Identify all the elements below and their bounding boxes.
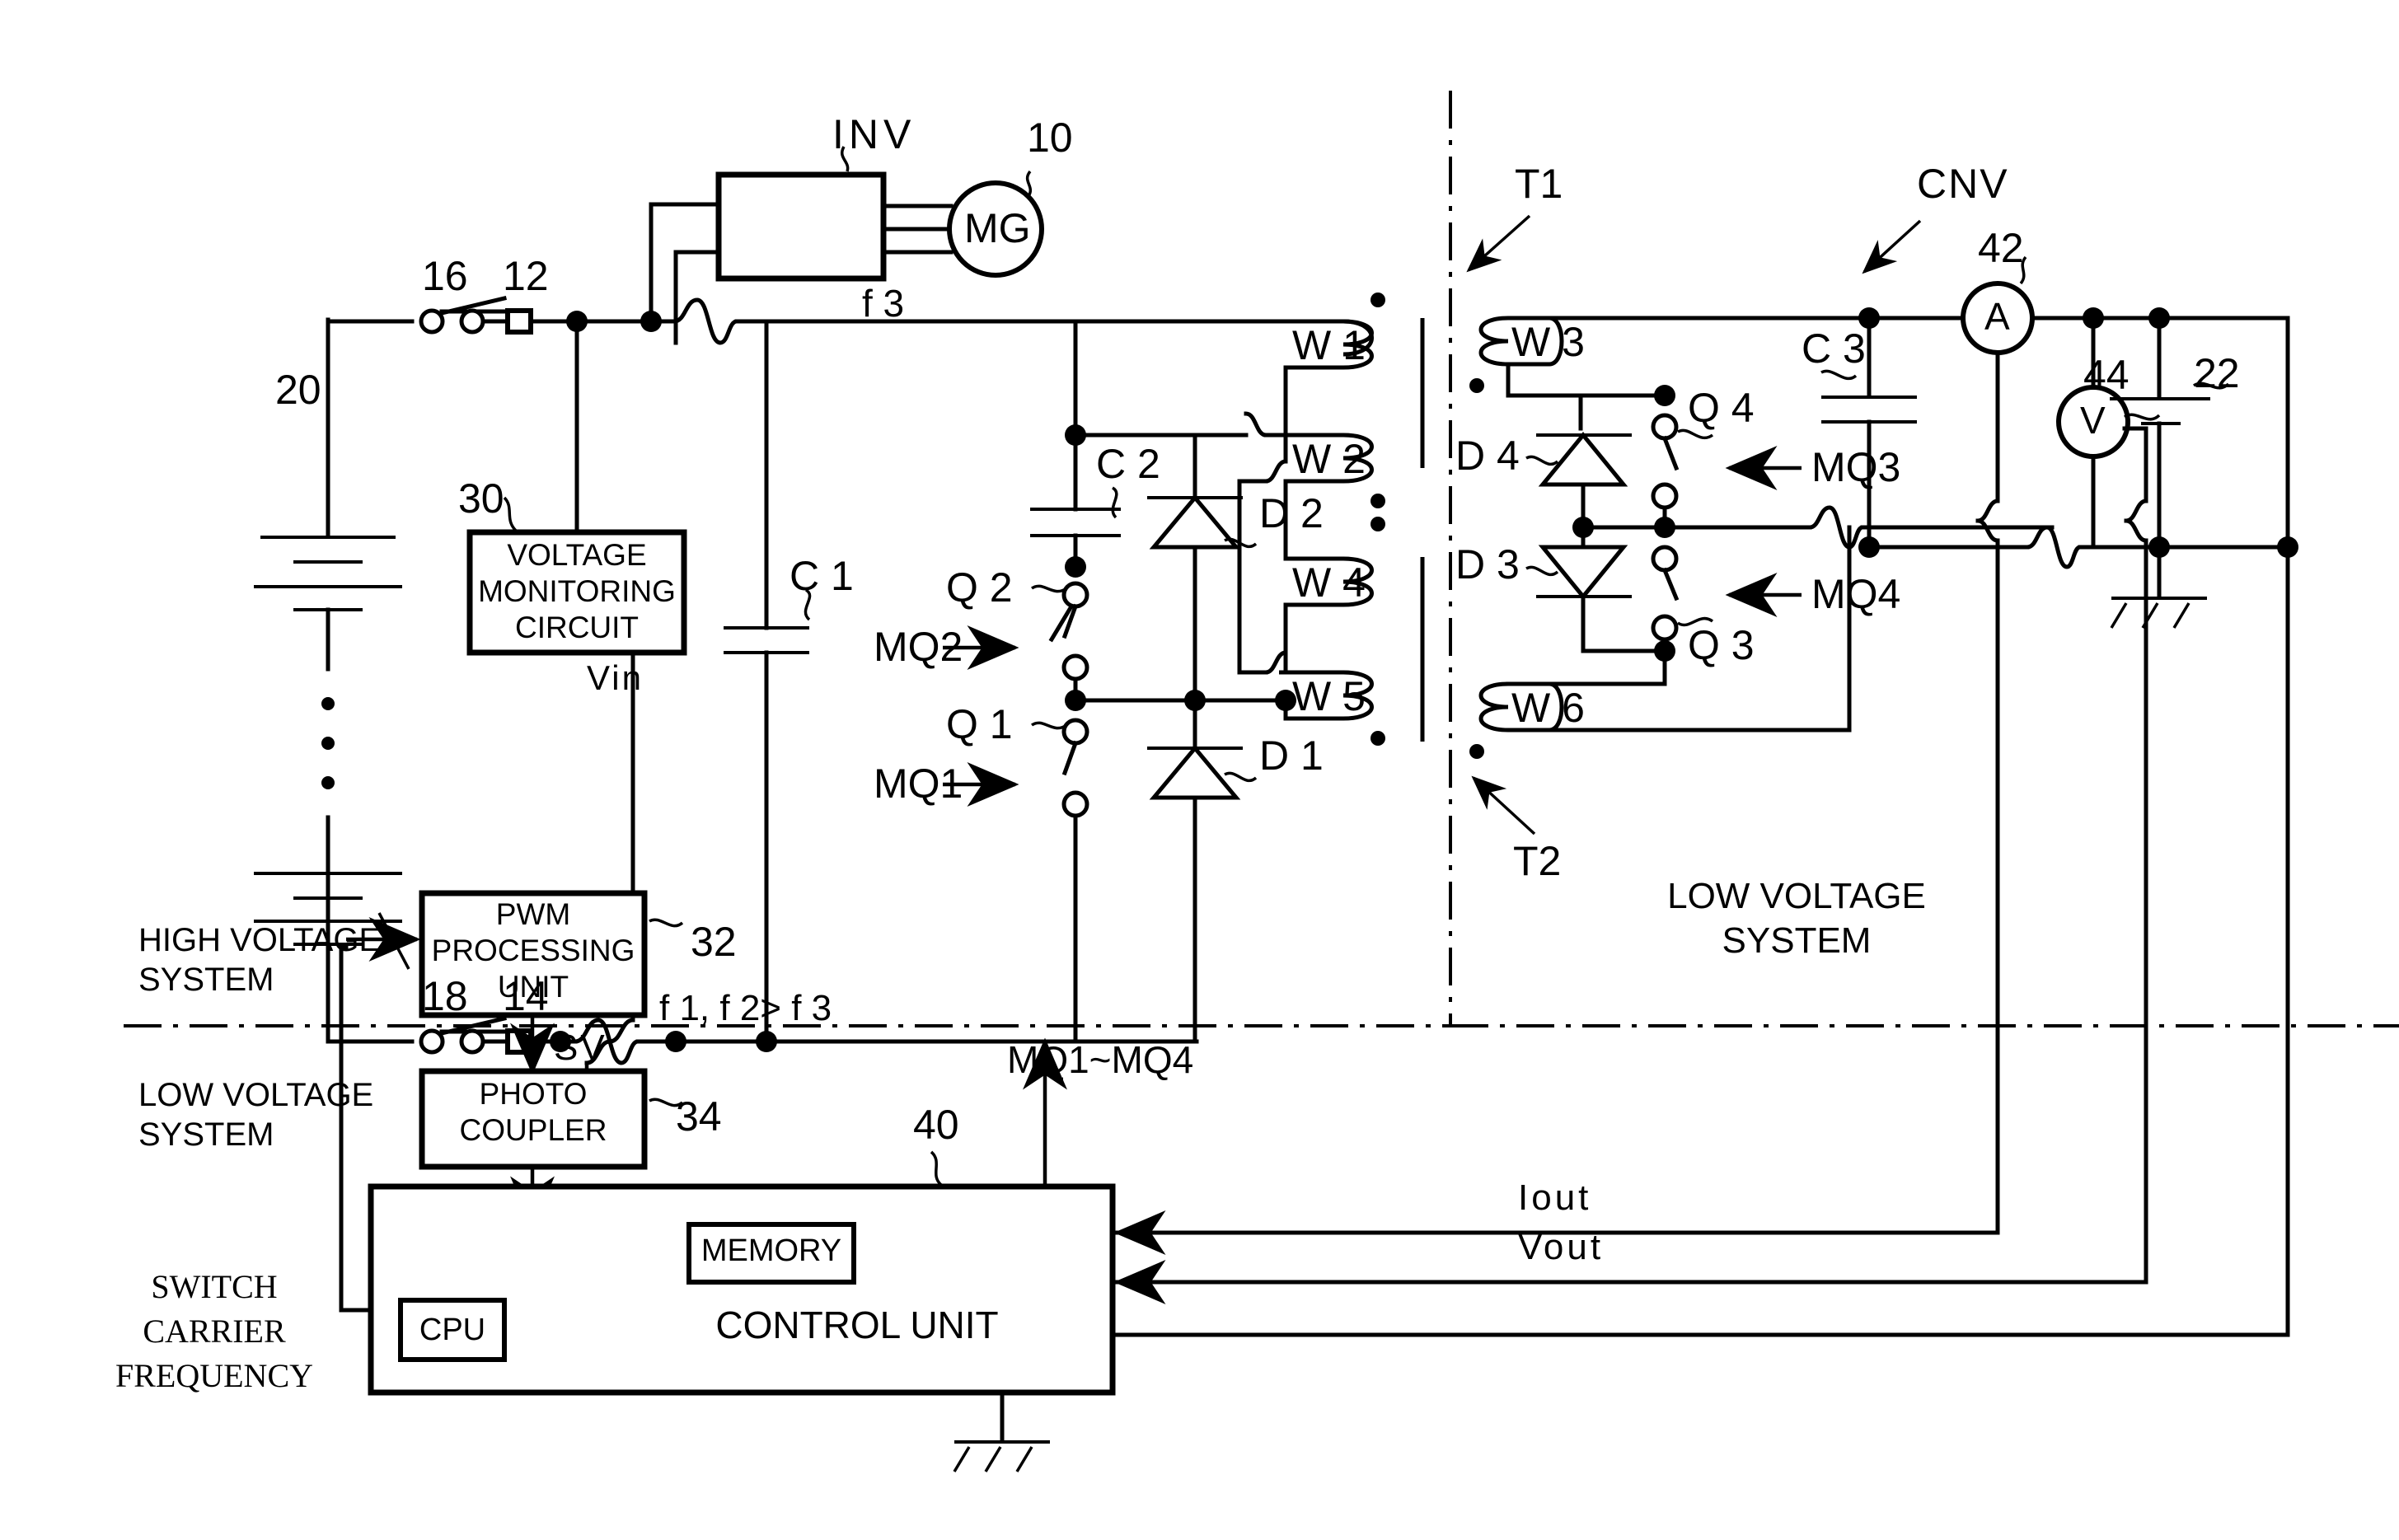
vmc-line-3: CIRCUIT: [514, 611, 640, 644]
photo-coupler-line-2: COUPLER: [459, 1113, 607, 1147]
diode-d3-label: D 3: [1455, 541, 1520, 587]
winding-w2-label: W 2: [1292, 436, 1366, 482]
winding-w3-label: W 3: [1511, 319, 1585, 365]
switch-16-ref-number: 16: [422, 253, 468, 299]
inverter-frequency-label: f 3: [862, 282, 905, 325]
gate-signal-mq3-label: MQ3: [1811, 444, 1901, 490]
inverter-ref-number: 10: [1027, 115, 1073, 161]
winding-w4-label: W 4: [1292, 559, 1366, 606]
cpu-label: CPU: [419, 1313, 486, 1347]
vin-signal-label: Vin: [587, 658, 644, 697]
low-voltage-system-right-line-2: SYSTEM: [1722, 920, 1872, 961]
battery-22-ref-number: 22: [2194, 350, 2240, 396]
capacitor-c1-label: C 1: [790, 553, 854, 599]
switch-carrier-frequency-line-1: SWITCH: [151, 1268, 278, 1305]
winding-w5-label: W 5: [1292, 673, 1366, 719]
voltage-feedback-label: Vout: [1518, 1227, 1605, 1267]
switch-carrier-frequency-line-2: CARRIER: [143, 1313, 286, 1350]
battery-20-ref-number: 20: [275, 367, 321, 413]
control-unit-ref-number: 40: [913, 1102, 959, 1148]
winding-w1-label: W 1: [1292, 322, 1366, 368]
pwm-unit-line-1: PWM: [495, 897, 571, 931]
diode-d4-label: D 4: [1455, 433, 1520, 479]
photo-coupler-ref-number: 34: [676, 1093, 722, 1140]
gate-signal-mq4-label: MQ4: [1811, 571, 1901, 617]
inverter-label: INV: [832, 111, 916, 157]
gate-drive-bus-label: MQ1~MQ4: [1007, 1038, 1194, 1081]
transformer-t2-label: T2: [1513, 838, 1562, 884]
memory-label: MEMORY: [700, 1233, 842, 1268]
voltmeter-ref-number: 44: [2083, 352, 2130, 398]
high-voltage-system-line-2: SYSTEM: [138, 962, 274, 998]
pwm-unit-ref-number: 32: [691, 919, 737, 965]
sv-signal-label: SV: [554, 1027, 607, 1068]
motor-generator-symbol: MG: [964, 205, 1031, 251]
capacitor-c2-label: C 2: [1096, 441, 1160, 487]
switch-q4-label: Q 4: [1688, 385, 1755, 431]
switch-carrier-frequency-line-3: FREQUENCY: [115, 1357, 314, 1394]
voltmeter-symbol: V: [2080, 399, 2106, 442]
photo-coupler-line-1: PHOTO: [479, 1077, 588, 1111]
gate-signal-mq2-label: MQ2: [874, 624, 963, 670]
current-feedback-label: Iout: [1518, 1177, 1592, 1218]
diode-d2-label: D 2: [1259, 490, 1324, 536]
pwm-frequency-note: f 1, f 2> f 3: [659, 988, 832, 1028]
schematic-vector-layer: .w { stroke:#000; stroke-width:5; fill:n…: [124, 91, 2399, 1472]
pwm-unit-line-2: PROCESSING: [431, 934, 635, 967]
gate-signal-mq1-label: MQ1: [874, 761, 963, 807]
ammeter-ref-number: 42: [1978, 225, 2024, 271]
capacitor-c3-label: C 3: [1802, 325, 1866, 372]
vmc-line-1: VOLTAGE: [507, 538, 647, 572]
pwm-unit-line-3: UNIT: [497, 970, 569, 1004]
converter-label: CNV: [1917, 161, 2009, 207]
ammeter-symbol: A: [1984, 295, 2010, 338]
control-unit-title: CONTROL UNIT: [715, 1304, 999, 1346]
low-voltage-system-left-line-2: SYSTEM: [138, 1116, 274, 1153]
fuse-12-ref-number: 12: [503, 253, 549, 299]
switch-q1-label: Q 1: [946, 701, 1013, 747]
switch-q2-label: Q 2: [946, 564, 1013, 611]
high-voltage-system-line-1: HIGH VOLTAGE: [138, 922, 382, 958]
low-voltage-system-left-line-1: LOW VOLTAGE: [138, 1077, 374, 1113]
circuit-diagram-canvas: .w { stroke:#000; stroke-width:5; fill:n…: [0, 0, 2399, 1540]
diode-d1-label: D 1: [1259, 733, 1324, 779]
vmc-line-2: MONITORING: [478, 574, 676, 608]
switch-q3-label: Q 3: [1688, 622, 1755, 668]
low-voltage-system-right-line-1: LOW VOLTAGE: [1667, 876, 1926, 916]
winding-w6-label: W 6: [1511, 685, 1585, 731]
transformer-t1-label: T1: [1515, 161, 1563, 207]
vmc-ref-number: 30: [458, 475, 504, 522]
